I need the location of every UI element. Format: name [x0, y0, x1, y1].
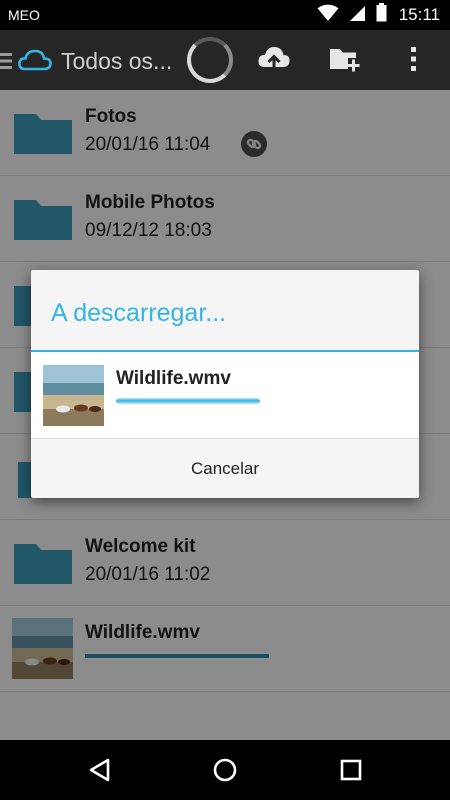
dialog-title: A descarregar... — [51, 299, 227, 327]
status-bar: MEO 15:11 — [0, 0, 450, 30]
wifi-icon — [317, 4, 339, 27]
page-title: Todos os... — [61, 48, 173, 74]
video-thumbnail — [43, 365, 104, 426]
download-dialog: A descarregar... Wildlife.wmv Cancelar — [31, 270, 419, 498]
overflow-menu-icon[interactable] — [410, 44, 418, 79]
cloud-logo-icon[interactable] — [18, 49, 52, 76]
clock: 15:11 — [398, 5, 440, 24]
back-icon[interactable] — [88, 757, 112, 788]
signal-icon — [349, 4, 366, 27]
drawer-menu-icon[interactable] — [0, 51, 14, 76]
new-folder-icon[interactable] — [329, 44, 361, 79]
home-icon[interactable] — [212, 757, 238, 788]
battery-icon — [376, 3, 387, 27]
download-progress-fill — [116, 398, 261, 404]
cancel-button[interactable]: Cancelar — [31, 439, 419, 499]
recents-icon[interactable] — [339, 757, 363, 788]
dialog-footer: Cancelar — [31, 438, 419, 498]
status-icons: 15:11 — [317, 3, 440, 27]
download-file-name: Wildlife.wmv — [116, 368, 231, 389]
system-nav-bar — [0, 740, 450, 800]
carrier-label: MEO — [8, 7, 40, 23]
dialog-content: Wildlife.wmv — [31, 352, 419, 438]
upload-icon[interactable] — [257, 44, 291, 79]
loading-spinner — [187, 37, 233, 83]
download-progress-bar — [116, 398, 268, 404]
app-bar: Todos os... — [0, 30, 450, 90]
